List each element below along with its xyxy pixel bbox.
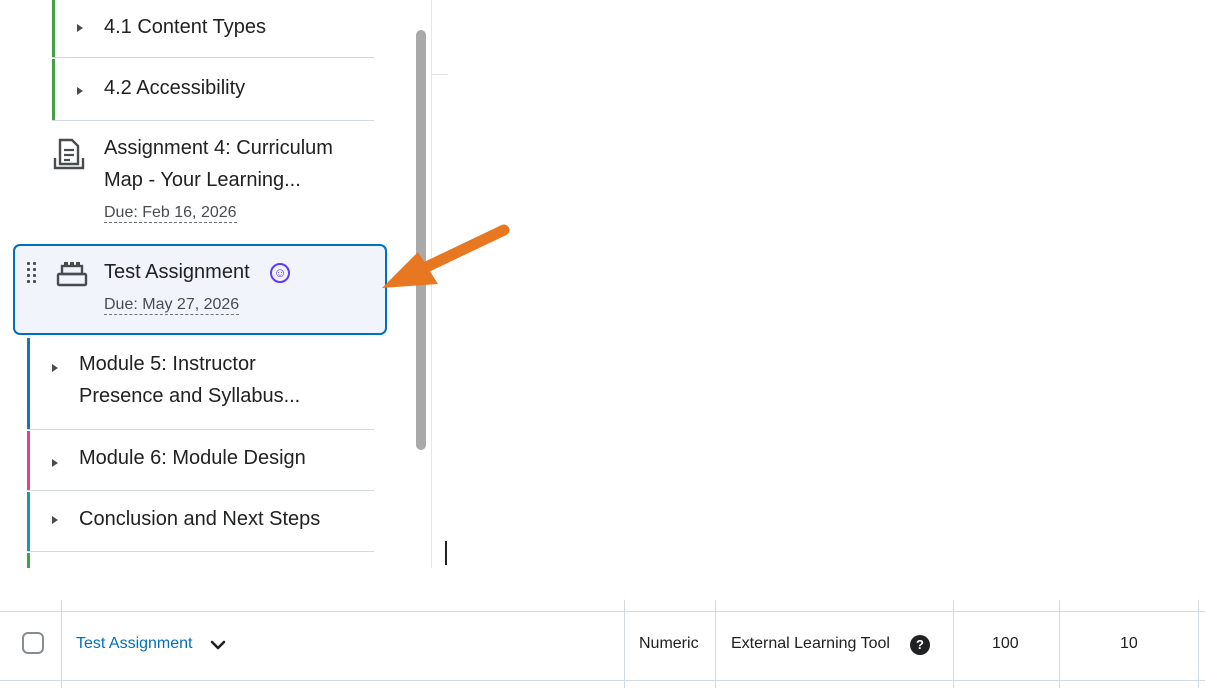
divider: [52, 120, 374, 121]
caret-right-icon[interactable]: [52, 516, 58, 524]
content-tree-panel: 4.1 Content Types 4.2 Accessibility Assi…: [0, 0, 430, 568]
chevron-down-icon[interactable]: [210, 638, 226, 656]
grade-item-name-link[interactable]: Test Assignment: [76, 634, 193, 654]
module-color-bar: [27, 492, 30, 552]
accessibility-icon: ☺: [270, 263, 290, 283]
column-divider: [715, 600, 716, 688]
tree-item-module-6[interactable]: Module 6: Module Design: [27, 431, 374, 491]
divider: [27, 551, 374, 552]
row-divider: [0, 611, 1205, 612]
tree-item-4-1[interactable]: 4.1 Content Types: [52, 0, 374, 58]
grade-type: Numeric: [639, 635, 699, 652]
divider: [27, 429, 374, 430]
column-divider: [1198, 600, 1199, 688]
assignment-document-icon: [52, 136, 88, 177]
caret-right-icon[interactable]: [52, 459, 58, 467]
weight: 10: [1120, 635, 1138, 652]
caret-right-icon[interactable]: [52, 364, 58, 372]
module-color-bar: [52, 59, 55, 121]
tree-item-module-5[interactable]: Module 5: Instructor Presence and Syllab…: [27, 338, 374, 430]
tree-item-label: Conclusion and Next Steps: [79, 508, 321, 530]
module-color-bar: [27, 338, 30, 430]
column-divider: [61, 600, 62, 688]
text-cursor: [445, 541, 447, 565]
row-divider: [0, 680, 1205, 681]
module-color-bar: [27, 431, 30, 491]
header-underline: [432, 74, 448, 75]
module-color-bar: [27, 553, 30, 568]
tree-item-4-2[interactable]: 4.2 Accessibility: [52, 59, 374, 121]
column-divider: [953, 600, 954, 688]
due-date: Due: Feb 16, 2026: [104, 204, 237, 223]
divider: [52, 57, 374, 58]
column-divider: [624, 600, 625, 688]
tree-item-label: Module 6: Module Design: [79, 447, 306, 469]
annotation-arrow: [382, 224, 510, 288]
grade-tool: External Learning Tool: [731, 635, 890, 652]
divider: [27, 490, 374, 491]
module-title-line1: Module 5: Instructor: [79, 353, 256, 375]
external-tool-icon: [54, 256, 90, 297]
tree-item-conclusion[interactable]: Conclusion and Next Steps: [27, 492, 374, 552]
assignment-title-line1: Assignment 4: Curriculum: [104, 137, 333, 159]
caret-right-icon[interactable]: [77, 87, 83, 95]
test-assignment-label: Test Assignment: [104, 261, 250, 283]
row-select-checkbox[interactable]: [22, 632, 44, 654]
module-title-line2: Presence and Syllabus...: [79, 385, 301, 407]
due-date: Due: May 27, 2026: [104, 296, 240, 315]
question-circle-icon[interactable]: ?: [910, 635, 930, 655]
caret-right-icon[interactable]: [77, 24, 83, 32]
module-color-bar: [52, 0, 55, 58]
column-divider: [1059, 600, 1060, 688]
tree-item-label: 4.1 Content Types: [104, 16, 266, 38]
tree-item-assignment-4[interactable]: Assignment 4: Curriculum Map - Your Lear…: [52, 122, 374, 240]
max-points: 100: [992, 635, 1019, 652]
assignment-title-line2: Map - Your Learning...: [104, 169, 301, 191]
tree-item-label: 4.2 Accessibility: [104, 77, 246, 99]
